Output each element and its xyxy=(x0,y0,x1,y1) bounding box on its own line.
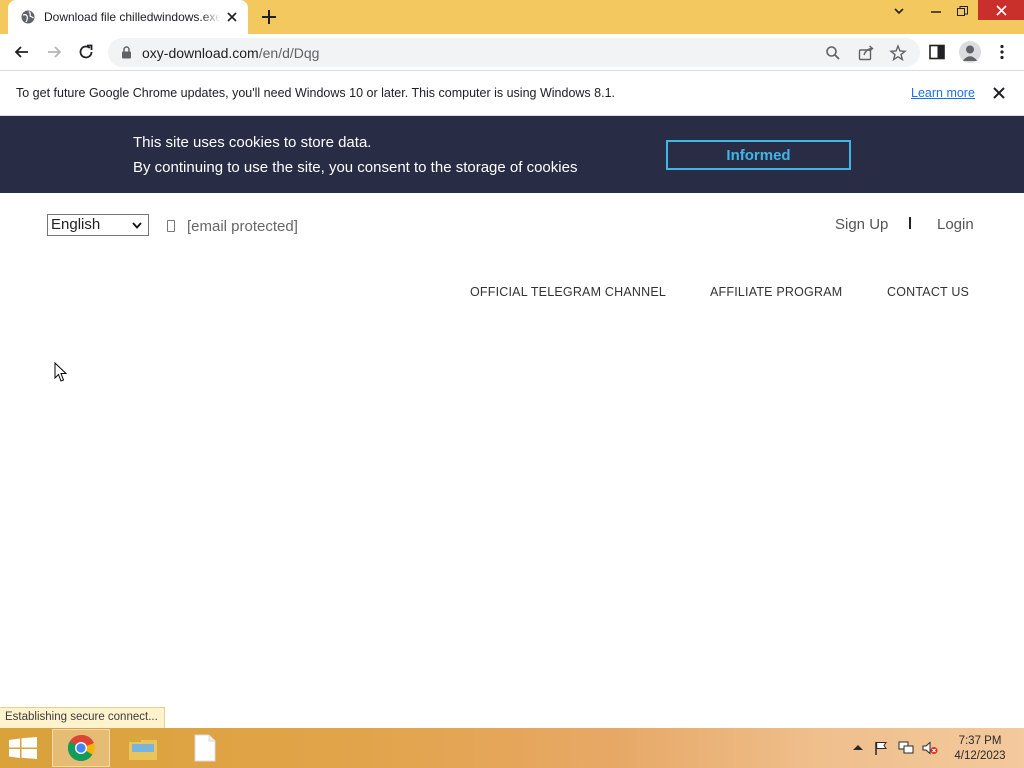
back-icon[interactable] xyxy=(12,42,32,62)
url-path: /en/d/Dqg xyxy=(258,45,320,61)
mouse-cursor-icon xyxy=(54,362,68,382)
browser-tabbar: Download file chilledwindows.exe xyxy=(0,0,1024,34)
menu-kebab-icon[interactable] xyxy=(993,43,1011,61)
browser-toolbar: oxy-download.com/en/d/Dqg xyxy=(0,34,1024,71)
active-tab[interactable]: Download file chilledwindows.exe xyxy=(8,0,248,34)
tab-title: Download file chilledwindows.exe xyxy=(44,10,220,24)
chrome-icon xyxy=(67,734,95,762)
document-icon xyxy=(194,734,216,762)
taskbar-file-explorer[interactable] xyxy=(114,729,172,767)
forward-icon[interactable] xyxy=(44,42,64,62)
language-selected-value: English xyxy=(51,216,101,233)
close-window-button[interactable] xyxy=(978,0,1024,20)
chevron-down-icon xyxy=(894,8,904,15)
folder-icon xyxy=(129,737,157,760)
url-text: oxy-download.com/en/d/Dqg xyxy=(142,45,319,61)
new-tab-icon[interactable] xyxy=(260,8,278,26)
phone-icon xyxy=(167,220,175,232)
restore-icon xyxy=(956,5,968,16)
windows-start-icon[interactable] xyxy=(9,737,37,759)
chevron-down-icon xyxy=(132,222,142,229)
tray-expand-icon[interactable] xyxy=(850,741,866,755)
update-infobar: To get future Google Chrome updates, you… xyxy=(0,72,1024,116)
url-host: oxy-download.com xyxy=(142,45,259,61)
network-icon[interactable] xyxy=(898,741,914,755)
contact-email[interactable]: [email protected] xyxy=(187,218,298,235)
status-bubble: Establishing secure connect... xyxy=(0,707,165,728)
tab-search-button[interactable] xyxy=(883,0,915,22)
share-icon[interactable] xyxy=(857,44,875,62)
cookie-banner: This site uses cookies to store data. By… xyxy=(0,116,1024,193)
clock-time: 7:37 PM xyxy=(958,735,1002,747)
address-bar[interactable]: oxy-download.com/en/d/Dqg xyxy=(108,38,920,67)
nav-contact-us[interactable]: CONTACT US xyxy=(887,285,969,299)
volume-muted-icon[interactable] xyxy=(922,741,938,755)
profile-avatar[interactable] xyxy=(959,41,981,63)
restore-button[interactable] xyxy=(946,0,978,22)
globe-icon xyxy=(21,10,35,24)
auth-separator xyxy=(909,217,911,229)
sign-up-link[interactable]: Sign Up xyxy=(835,216,888,233)
nav-affiliate-program[interactable]: AFFILIATE PROGRAM xyxy=(710,285,842,299)
infobar-message: To get future Google Chrome updates, you… xyxy=(16,86,615,100)
taskbar-clock[interactable]: 7:37 PM 4/12/2023 xyxy=(946,734,1014,764)
side-panel-icon[interactable] xyxy=(928,43,946,61)
action-center-flag-icon[interactable] xyxy=(873,741,889,755)
person-icon xyxy=(962,45,978,61)
taskbar-chrome[interactable] xyxy=(52,729,110,767)
language-select[interactable]: English xyxy=(47,214,149,236)
cookie-accept-button[interactable]: Informed xyxy=(666,140,851,170)
close-icon xyxy=(995,4,1007,16)
bookmark-star-icon[interactable] xyxy=(889,44,907,62)
minimize-icon xyxy=(931,11,941,13)
login-link[interactable]: Login xyxy=(937,216,974,233)
windows-taskbar: 7:37 PM 4/12/2023 xyxy=(0,728,1024,768)
clock-date: 4/12/2023 xyxy=(954,750,1006,762)
lock-icon[interactable] xyxy=(121,46,132,59)
cookie-message-line1: This site uses cookies to store data. xyxy=(133,134,372,151)
nav-telegram-channel[interactable]: OFFICIAL TELEGRAM CHANNEL xyxy=(470,285,666,299)
infobar-close-icon[interactable] xyxy=(991,85,1007,101)
cookie-message-line2: By continuing to use the site, you conse… xyxy=(133,159,578,176)
taskbar-blank-file[interactable] xyxy=(176,729,234,767)
tab-close-icon[interactable] xyxy=(224,9,240,25)
learn-more-link[interactable]: Learn more xyxy=(911,86,975,100)
search-icon[interactable] xyxy=(824,44,842,62)
reload-icon[interactable] xyxy=(76,42,96,62)
